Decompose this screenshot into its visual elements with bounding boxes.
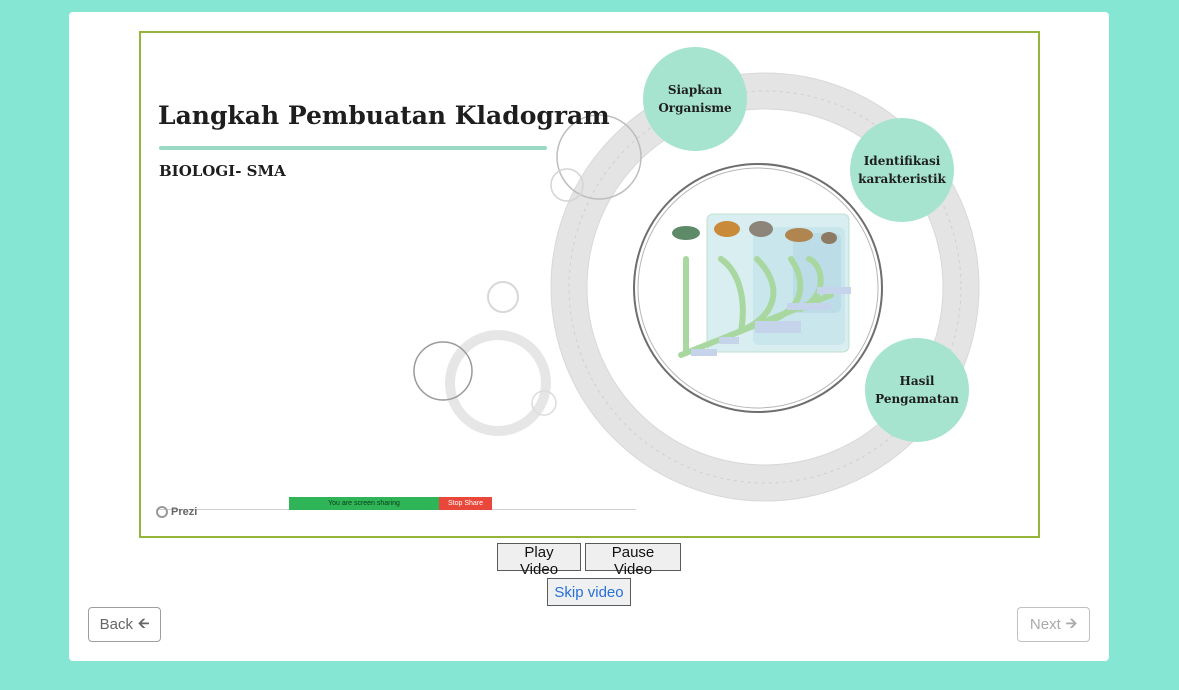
- step-label: Identifikasi karakteristik: [858, 154, 946, 186]
- video-player[interactable]: Langkah Pembuatan Kladogram BIOLOGI- SMA…: [139, 31, 1040, 538]
- stop-share-button: Stop Share: [439, 497, 492, 510]
- pause-video-button[interactable]: Pause Video: [585, 543, 681, 578]
- screen-share-text: You are screen sharing: [328, 500, 400, 507]
- prezi-logo-icon: [156, 506, 168, 518]
- back-label: Back: [99, 616, 133, 633]
- slide-subtitle: BIOLOGI- SMA: [159, 162, 286, 180]
- title-underline: [159, 146, 547, 150]
- arrow-right-icon: 🡪: [1065, 614, 1078, 631]
- back-button[interactable]: Back 🡨: [88, 607, 161, 642]
- slide-title: Langkah Pembuatan Kladogram: [158, 101, 610, 130]
- prezi-watermark: Prezi: [156, 506, 197, 518]
- step-circle-siapkan: Siapkan Organisme: [643, 47, 747, 151]
- step-circle-hasil: Hasil Pengamatan: [865, 338, 969, 442]
- step-label: Hasil Pengamatan: [875, 374, 959, 406]
- skip-video-button[interactable]: Skip video: [547, 578, 631, 606]
- stop-share-label: Stop Share: [447, 500, 484, 507]
- step-label: Siapkan Organisme: [658, 83, 732, 115]
- play-video-button[interactable]: Play Video: [497, 543, 581, 578]
- next-label: Next: [1029, 616, 1061, 633]
- next-button[interactable]: Next 🡪: [1017, 607, 1090, 642]
- prezi-text: Prezi: [171, 506, 198, 518]
- content-card: Langkah Pembuatan Kladogram BIOLOGI- SMA…: [69, 12, 1109, 661]
- step-circle-identifikasi: Identifikasi karakteristik: [850, 118, 954, 222]
- screen-share-banner: You are screen sharing: [289, 497, 439, 510]
- arrow-left-icon: 🡨: [137, 614, 150, 631]
